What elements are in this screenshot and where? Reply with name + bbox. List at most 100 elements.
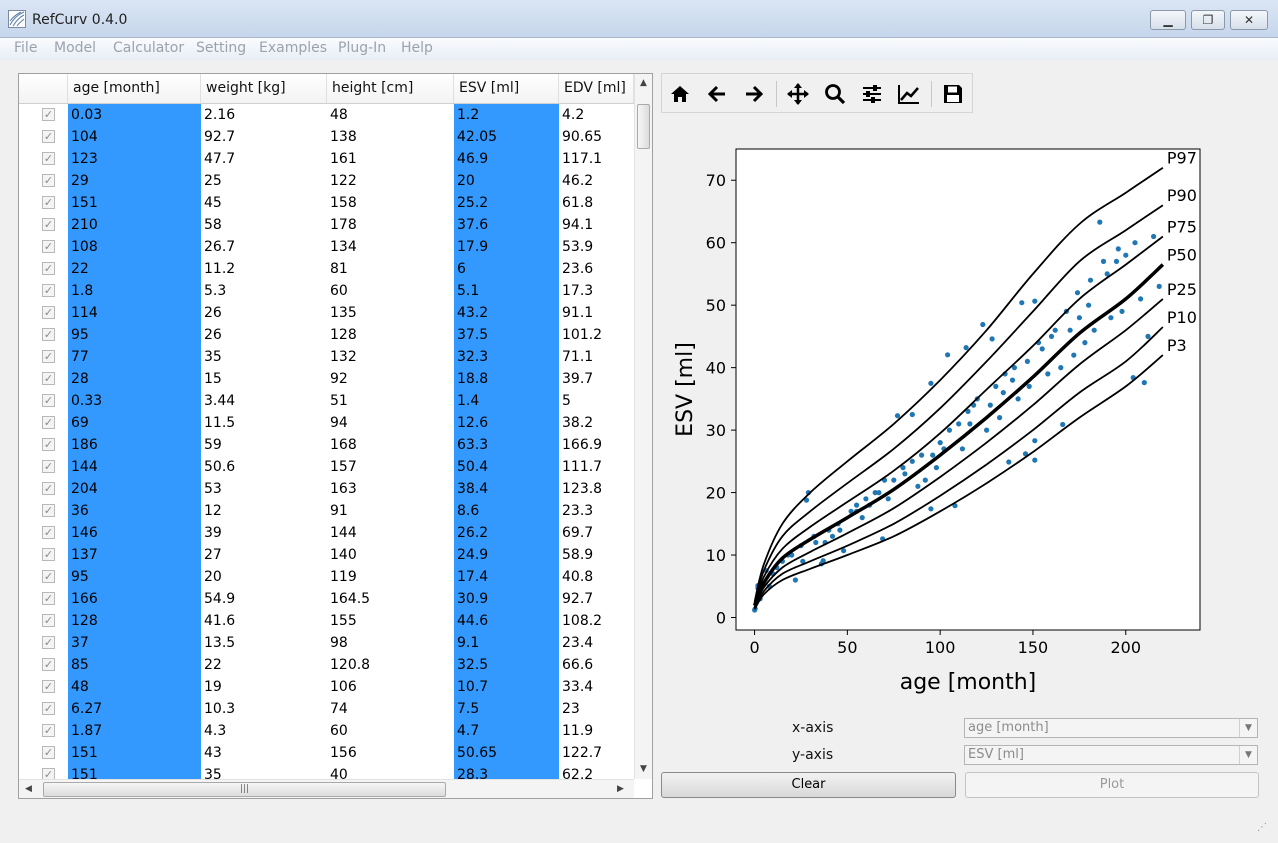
table-row[interactable]: ✓ 77 35 132 32.3 71.1: [19, 346, 634, 368]
row-checkbox[interactable]: ✓: [42, 218, 55, 231]
cell-esv[interactable]: 9.1: [454, 632, 559, 654]
row-checkbox[interactable]: ✓: [42, 592, 55, 605]
back-button[interactable]: [704, 81, 730, 107]
cell-esv[interactable]: 26.2: [454, 522, 559, 544]
cell-esv[interactable]: 32.3: [454, 346, 559, 368]
cell-edv[interactable]: 92.7: [559, 588, 634, 610]
row-checkbox[interactable]: ✓: [42, 548, 55, 561]
cell-height[interactable]: 138: [327, 126, 454, 148]
cell-height[interactable]: 74: [327, 698, 454, 720]
cell-edv[interactable]: 91.1: [559, 302, 634, 324]
table-row[interactable]: ✓ 0.33 3.44 51 1.4 5: [19, 390, 634, 412]
cell-edv[interactable]: 71.1: [559, 346, 634, 368]
zoom-button[interactable]: [822, 81, 848, 107]
cell-height[interactable]: 60: [327, 720, 454, 742]
cell-age[interactable]: 151: [68, 742, 201, 764]
table-row[interactable]: ✓ 166 54.9 164.5 30.9 92.7: [19, 588, 634, 610]
row-checkbox[interactable]: ✓: [42, 438, 55, 451]
cell-age[interactable]: 95: [68, 566, 201, 588]
cell-esv[interactable]: 1.4: [454, 390, 559, 412]
cell-weight[interactable]: 12: [201, 500, 327, 522]
cell-age[interactable]: 0.03: [68, 104, 201, 126]
cell-weight[interactable]: 4.3: [201, 720, 327, 742]
cell-esv[interactable]: 8.6: [454, 500, 559, 522]
cell-weight[interactable]: 26.7: [201, 236, 327, 258]
cell-edv[interactable]: 122.7: [559, 742, 634, 764]
table-row[interactable]: ✓ 108 26.7 134 17.9 53.9: [19, 236, 634, 258]
cell-edv[interactable]: 111.7: [559, 456, 634, 478]
table-row[interactable]: ✓ 151 35 40 28.3 62.2: [19, 764, 634, 779]
vertical-scroll-thumb[interactable]: [637, 104, 650, 149]
cell-esv[interactable]: 63.3: [454, 434, 559, 456]
cell-height[interactable]: 91: [327, 500, 454, 522]
cell-weight[interactable]: 11.2: [201, 258, 327, 280]
cell-age[interactable]: 146: [68, 522, 201, 544]
cell-edv[interactable]: 61.8: [559, 192, 634, 214]
table-row[interactable]: ✓ 146 39 144 26.2 69.7: [19, 522, 634, 544]
row-checkbox[interactable]: ✓: [42, 372, 55, 385]
cell-height[interactable]: 51: [327, 390, 454, 412]
cell-edv[interactable]: 90.65: [559, 126, 634, 148]
cell-height[interactable]: 156: [327, 742, 454, 764]
row-checkbox[interactable]: ✓: [42, 416, 55, 429]
cell-esv[interactable]: 25.2: [454, 192, 559, 214]
close-button[interactable]: ✕: [1230, 10, 1268, 30]
cell-esv[interactable]: 7.5: [454, 698, 559, 720]
cell-weight[interactable]: 39: [201, 522, 327, 544]
cell-esv[interactable]: 4.7: [454, 720, 559, 742]
cell-age[interactable]: 104: [68, 126, 201, 148]
resize-grip-icon[interactable]: ⋰: [1257, 822, 1267, 833]
data-table[interactable]: age [month] weight [kg] height [cm] ESV …: [18, 73, 653, 799]
scroll-up-icon[interactable]: ▲: [640, 78, 647, 88]
row-checkbox[interactable]: ✓: [42, 196, 55, 209]
cell-esv[interactable]: 20: [454, 170, 559, 192]
cell-edv[interactable]: 5: [559, 390, 634, 412]
cell-weight[interactable]: 5.3: [201, 280, 327, 302]
cell-edv[interactable]: 4.2: [559, 104, 634, 126]
column-header-weight[interactable]: weight [kg]: [201, 74, 327, 103]
cell-esv[interactable]: 32.5: [454, 654, 559, 676]
table-row[interactable]: ✓ 48 19 106 10.7 33.4: [19, 676, 634, 698]
cell-weight[interactable]: 11.5: [201, 412, 327, 434]
cell-esv[interactable]: 17.4: [454, 566, 559, 588]
cell-weight[interactable]: 2.16: [201, 104, 327, 126]
row-checkbox[interactable]: ✓: [42, 702, 55, 715]
header-corner[interactable]: [19, 74, 68, 103]
cell-weight[interactable]: 58: [201, 214, 327, 236]
cell-weight[interactable]: 19: [201, 676, 327, 698]
cell-esv[interactable]: 10.7: [454, 676, 559, 698]
row-checkbox[interactable]: ✓: [42, 724, 55, 737]
column-header-esv[interactable]: ESV [ml]: [454, 74, 559, 103]
cell-edv[interactable]: 46.2: [559, 170, 634, 192]
cell-weight[interactable]: 20: [201, 566, 327, 588]
cell-weight[interactable]: 54.9: [201, 588, 327, 610]
cell-age[interactable]: 128: [68, 610, 201, 632]
horizontal-scroll-thumb[interactable]: |||: [43, 782, 446, 797]
table-row[interactable]: ✓ 1.8 5.3 60 5.1 17.3: [19, 280, 634, 302]
cell-height[interactable]: 81: [327, 258, 454, 280]
cell-age[interactable]: 0.33: [68, 390, 201, 412]
pan-button[interactable]: [785, 81, 811, 107]
menu-help[interactable]: Help: [401, 40, 433, 56]
cell-height[interactable]: 134: [327, 236, 454, 258]
menu-examples[interactable]: Examples: [259, 40, 327, 56]
cell-esv[interactable]: 12.6: [454, 412, 559, 434]
cell-esv[interactable]: 30.9: [454, 588, 559, 610]
forward-button[interactable]: [741, 81, 767, 107]
cell-weight[interactable]: 3.44: [201, 390, 327, 412]
cell-esv[interactable]: 18.8: [454, 368, 559, 390]
cell-esv[interactable]: 50.65: [454, 742, 559, 764]
cell-edv[interactable]: 94.1: [559, 214, 634, 236]
cell-age[interactable]: 144: [68, 456, 201, 478]
x-axis-select[interactable]: age [month] ▼: [964, 718, 1258, 738]
cell-height[interactable]: 122: [327, 170, 454, 192]
scroll-right-icon[interactable]: ▶: [617, 784, 624, 794]
table-row[interactable]: ✓ 95 20 119 17.4 40.8: [19, 566, 634, 588]
table-row[interactable]: ✓ 144 50.6 157 50.4 111.7: [19, 456, 634, 478]
cell-height[interactable]: 157: [327, 456, 454, 478]
cell-age[interactable]: 186: [68, 434, 201, 456]
cell-edv[interactable]: 38.2: [559, 412, 634, 434]
table-row[interactable]: ✓ 151 45 158 25.2 61.8: [19, 192, 634, 214]
row-checkbox[interactable]: ✓: [42, 460, 55, 473]
cell-age[interactable]: 36: [68, 500, 201, 522]
